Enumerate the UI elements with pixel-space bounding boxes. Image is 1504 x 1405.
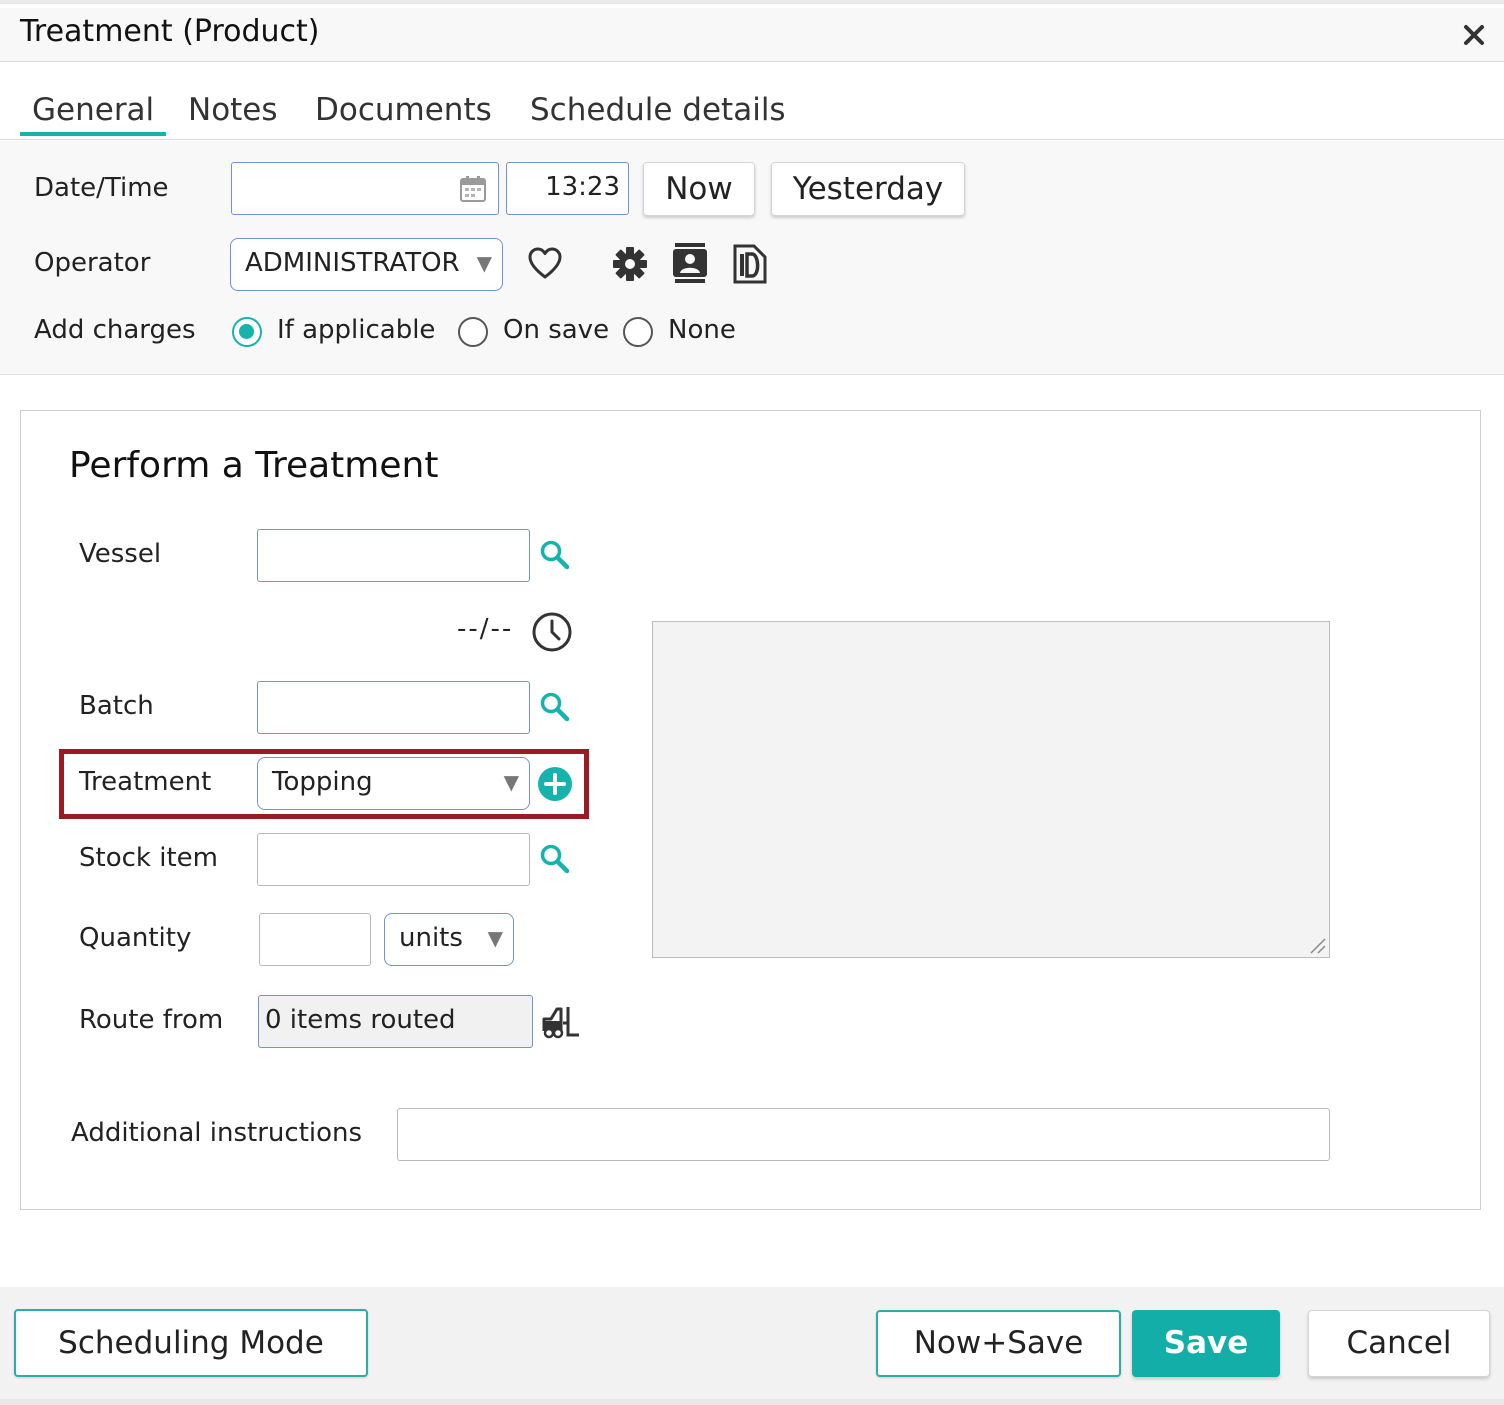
panel-title: Perform a Treatment bbox=[69, 445, 439, 486]
now-save-button[interactable]: Now+Save bbox=[876, 1310, 1121, 1377]
chevron-down-icon: ▼ bbox=[476, 251, 492, 275]
treatment-notes-textarea[interactable] bbox=[652, 621, 1330, 958]
operator-select[interactable]: ADMINISTRATOR ▼ bbox=[230, 238, 503, 291]
chevron-down-icon: ▼ bbox=[487, 926, 503, 950]
charges-on-save-radio[interactable] bbox=[458, 317, 488, 347]
clock-icon[interactable] bbox=[531, 611, 573, 653]
route-from-label: Route from bbox=[79, 1005, 224, 1035]
stock-item-input[interactable] bbox=[257, 833, 530, 886]
contact-card-icon[interactable] bbox=[671, 243, 709, 283]
footer-bar: Scheduling Mode Now+Save Save Cancel bbox=[0, 1287, 1504, 1399]
treatment-select[interactable]: Topping ▼ bbox=[257, 757, 530, 810]
tab-documents[interactable]: Documents bbox=[315, 92, 492, 128]
tab-notes[interactable]: Notes bbox=[188, 92, 278, 128]
tab-general[interactable]: General bbox=[20, 92, 167, 136]
save-button[interactable]: Save bbox=[1132, 1310, 1280, 1377]
route-from-field: 0 items routed bbox=[258, 995, 533, 1048]
title-bar: Treatment (Product) bbox=[0, 8, 1504, 62]
datetime-label: Date/Time bbox=[34, 173, 169, 203]
quantity-input[interactable] bbox=[259, 913, 371, 966]
scheduling-mode-button[interactable]: Scheduling Mode bbox=[14, 1309, 368, 1377]
date-input[interactable] bbox=[231, 162, 499, 215]
vessel-date-text: --/-- bbox=[457, 614, 514, 644]
heart-icon[interactable] bbox=[527, 247, 563, 281]
treatment-select-value: Topping bbox=[272, 767, 373, 797]
charges-none-radio[interactable] bbox=[623, 317, 653, 347]
gear-icon[interactable] bbox=[612, 246, 648, 282]
additional-instructions-label: Additional instructions bbox=[71, 1118, 363, 1148]
charges-on-save-label[interactable]: On save bbox=[503, 315, 609, 345]
additional-instructions-input[interactable] bbox=[397, 1108, 1330, 1161]
quantity-label: Quantity bbox=[79, 923, 192, 953]
charges-if-applicable-label[interactable]: If applicable bbox=[277, 315, 435, 345]
chevron-down-icon: ▼ bbox=[503, 770, 519, 794]
time-input[interactable]: 13:23 bbox=[506, 162, 629, 215]
treatment-label: Treatment bbox=[79, 767, 212, 797]
dialog-title: Treatment (Product) bbox=[20, 14, 320, 49]
vessel-input[interactable] bbox=[257, 529, 530, 582]
tab-schedule-details[interactable]: Schedule details bbox=[530, 92, 786, 128]
charges-if-applicable-radio[interactable] bbox=[232, 317, 262, 347]
charges-none-label[interactable]: None bbox=[668, 315, 736, 345]
operator-label: Operator bbox=[34, 248, 151, 278]
close-icon[interactable] bbox=[1457, 18, 1491, 52]
bottom-edge bbox=[0, 1399, 1504, 1405]
id-document-icon[interactable] bbox=[732, 244, 768, 284]
calendar-icon[interactable] bbox=[458, 174, 488, 204]
add-circle-icon[interactable] bbox=[537, 766, 573, 802]
cancel-button[interactable]: Cancel bbox=[1308, 1310, 1490, 1377]
batch-label: Batch bbox=[79, 691, 154, 721]
batch-input[interactable] bbox=[257, 681, 530, 734]
operator-select-value: ADMINISTRATOR bbox=[245, 248, 460, 278]
unit-select[interactable]: units ▼ bbox=[384, 913, 514, 966]
add-charges-label: Add charges bbox=[34, 315, 196, 345]
search-icon[interactable] bbox=[539, 691, 571, 723]
search-icon[interactable] bbox=[539, 539, 571, 571]
perform-treatment-panel: Perform a Treatment Vessel --/-- Batch T… bbox=[20, 410, 1481, 1210]
now-button[interactable]: Now bbox=[643, 162, 755, 216]
vessel-label: Vessel bbox=[79, 539, 162, 569]
search-icon[interactable] bbox=[539, 843, 571, 875]
unit-select-value: units bbox=[399, 923, 463, 953]
treatment-dialog: Treatment (Product) General Notes Docume… bbox=[0, 0, 1504, 1405]
tab-bar: General Notes Documents Schedule details bbox=[0, 62, 1504, 140]
stock-item-label: Stock item bbox=[79, 843, 218, 873]
header-form: Date/Time 13:23 Now Yesterday Operator A… bbox=[0, 141, 1504, 375]
yesterday-button[interactable]: Yesterday bbox=[771, 162, 965, 216]
forklift-icon[interactable] bbox=[541, 1005, 581, 1039]
resize-grip-icon[interactable] bbox=[1305, 933, 1327, 955]
